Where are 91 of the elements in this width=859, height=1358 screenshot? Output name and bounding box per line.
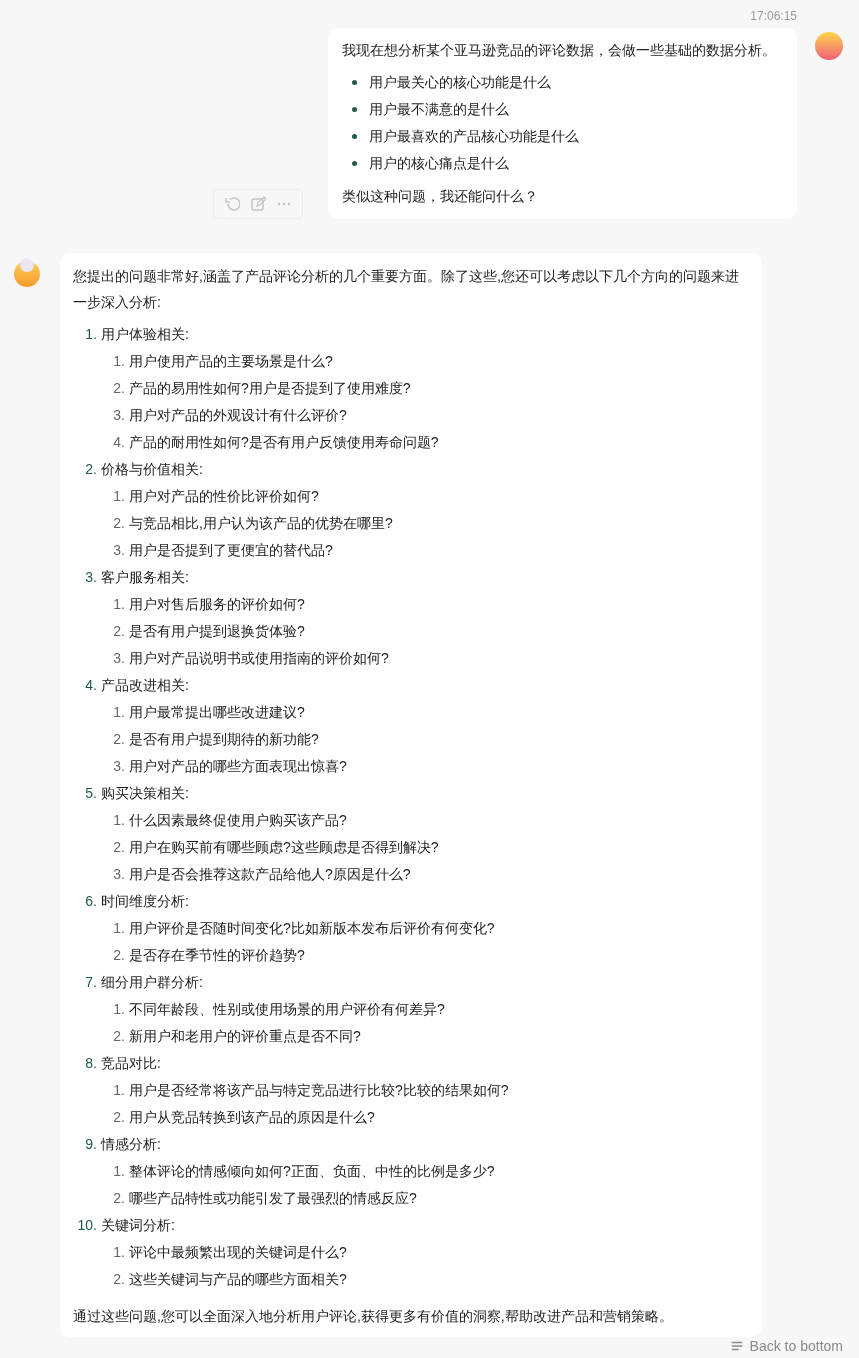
edit-icon[interactable] <box>250 196 266 212</box>
list-number: 2. <box>112 1108 125 1127</box>
list-item: 产品的易用性如何?用户是否提到了使用难度? <box>129 379 411 398</box>
list-item: 用户对产品说明书或使用指南的评价如何? <box>129 649 389 668</box>
list-number: 2. <box>112 622 125 641</box>
user-avatar <box>815 32 843 60</box>
list-number: 1. <box>112 595 125 614</box>
list-number: 8. <box>84 1054 97 1073</box>
assistant-avatar <box>12 257 42 287</box>
list-number: 2. <box>112 838 125 857</box>
bullet-icon <box>352 107 357 112</box>
list-item: 用户最常提出哪些改进建议? <box>129 703 305 722</box>
message-text: 类似这种问题，我还能问什么？ <box>342 187 539 206</box>
list-item: 是否存在季节性的评价趋势? <box>129 946 305 965</box>
message-text: 通过这些问题,您可以全面深入地分析用户评论,获得更多有价值的洞察,帮助改进产品和营销策略。 <box>73 1307 674 1326</box>
list-item: 什么因素最终促使用户购买该产品? <box>129 811 347 830</box>
list-number: 1. <box>112 703 125 722</box>
list-number: 3. <box>112 757 125 776</box>
list-number: 2. <box>112 514 125 533</box>
list-item: 与竞品相比,用户认为该产品的优势在哪里? <box>129 514 393 533</box>
list-item: 用户是否会推荐这款产品给他人?原因是什么? <box>129 865 411 884</box>
list-item: 产品的耐用性如何?是否有用户反馈使用寿命问题? <box>129 433 439 452</box>
list-item: 时间维度分析: <box>101 892 189 911</box>
list-icon <box>729 1339 744 1353</box>
list-item: 用户是否经常将该产品与特定竞品进行比较?比较的结果如何? <box>129 1081 509 1100</box>
list-number: 5. <box>84 784 97 803</box>
list-item: 产品改进相关: <box>101 676 189 695</box>
list-item: 新用户和老用户的评价重点是否不同? <box>129 1027 361 1046</box>
list-number: 2. <box>84 460 97 479</box>
list-item: 细分用户群分析: <box>101 973 203 992</box>
list-item: 购买决策相关: <box>101 784 189 803</box>
list-item: 价格与价值相关: <box>101 460 203 479</box>
list-item: 是否有用户提到期待的新功能? <box>129 730 319 749</box>
list-item: 用户最不满意的是什么 <box>369 100 509 119</box>
retry-icon[interactable] <box>224 196 240 212</box>
message-text: 我现在想分析某个亚马逊竞品的评论数据，会做一些基础的数据分析。 <box>342 41 777 60</box>
list-number: 2. <box>112 1027 125 1046</box>
list-number: 3. <box>112 541 125 560</box>
list-item: 评论中最频繁出现的关键词是什么? <box>129 1243 347 1262</box>
list-item: 哪些产品特性或功能引发了最强烈的情感反应? <box>129 1189 417 1208</box>
list-number: 9. <box>84 1135 97 1154</box>
list-number: 1. <box>112 487 125 506</box>
list-item: 用户使用产品的主要场景是什么? <box>129 352 333 371</box>
list-item: 用户对产品的性价比评价如何? <box>129 487 319 506</box>
list-number: 1. <box>112 811 125 830</box>
list-item: 用户评价是否随时间变化?比如新版本发布后评价有何变化? <box>129 919 495 938</box>
list-item: 不同年龄段、性别或使用场景的用户评价有何差异? <box>129 1000 445 1019</box>
bullet-icon <box>352 134 357 139</box>
list-item: 用户对售后服务的评价如何? <box>129 595 305 614</box>
bullet-icon <box>352 80 357 85</box>
message-text: 您提出的问题非常好,涵盖了产品评论分析的几个重要方面。除了这些,您还可以考虑以下几个方向的问题来进一步深入分析: <box>73 267 740 312</box>
list-item: 竞品对比: <box>101 1054 161 1073</box>
list-number: 2. <box>112 1189 125 1208</box>
list-number: 1. <box>112 352 125 371</box>
list-item: 用户从竞品转换到该产品的原因是什么? <box>129 1108 375 1127</box>
list-number: 3. <box>112 649 125 668</box>
list-item: 用户最关心的核心功能是什么 <box>369 73 551 92</box>
list-number: 3. <box>112 865 125 884</box>
list-number: 4. <box>84 676 97 695</box>
list-number: 6. <box>84 892 97 911</box>
list-number: 2. <box>112 1270 125 1289</box>
message-time: 17:06:15 <box>750 8 797 25</box>
list-number: 2. <box>112 946 125 965</box>
list-number: 1. <box>112 1000 125 1019</box>
list-number: 3. <box>84 568 97 587</box>
list-item: 是否有用户提到退换货体验? <box>129 622 305 641</box>
list-item: 关键词分析: <box>101 1216 175 1235</box>
list-item: 客户服务相关: <box>101 568 189 587</box>
bullet-icon <box>352 161 357 166</box>
list-number: 2. <box>112 379 125 398</box>
list-number: 10. <box>76 1216 97 1235</box>
list-item: 用户在购买前有哪些顾虑?这些顾虑是否得到解决? <box>129 838 439 857</box>
list-number: 7. <box>84 973 97 992</box>
list-item: 用户对产品的外观设计有什么评价? <box>129 406 347 425</box>
list-item: 用户对产品的哪些方面表现出惊喜? <box>129 757 347 776</box>
list-item: 整体评论的情感倾向如何?正面、负面、中性的比例是多少? <box>129 1162 495 1181</box>
list-item: 用户的核心痛点是什么 <box>369 154 509 173</box>
back-to-bottom-button[interactable]: Back to bottom <box>727 1336 845 1356</box>
list-number: 2. <box>112 730 125 749</box>
list-item: 用户体验相关: <box>101 325 189 344</box>
list-item: 这些关键词与产品的哪些方面相关? <box>129 1270 347 1289</box>
list-number: 3. <box>112 406 125 425</box>
list-number: 1. <box>112 1243 125 1262</box>
list-number: 4. <box>112 433 125 452</box>
list-item: 用户最喜欢的产品核心功能是什么 <box>369 127 579 146</box>
list-item: 用户是否提到了更便宜的替代品? <box>129 541 333 560</box>
list-number: 1. <box>112 919 125 938</box>
list-number: 1. <box>112 1162 125 1181</box>
list-item: 情感分析: <box>101 1135 161 1154</box>
list-number: 1. <box>84 325 97 344</box>
list-number: 1. <box>112 1081 125 1100</box>
